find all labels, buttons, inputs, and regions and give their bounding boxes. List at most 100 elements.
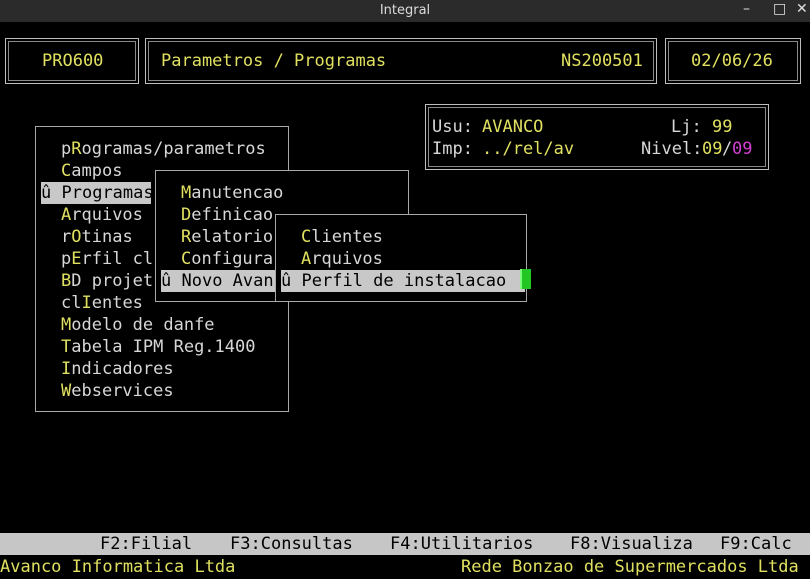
menu-item-text: ndicadores	[71, 359, 174, 379]
fkey-label: Visualiza	[600, 534, 693, 554]
menu1-item[interactable]: Campos	[61, 160, 122, 182]
menu-item-hotkey: C	[61, 161, 72, 181]
fkey-f2[interactable]: F2:Filial	[100, 533, 192, 555]
program-code-box: PRO600	[5, 38, 139, 84]
menu1-item[interactable]: Webservices	[61, 380, 174, 402]
fkey-label: Filial	[130, 534, 193, 554]
footer-client: Rede Bonzao de Supermercados Ltda	[461, 557, 799, 577]
lj-value: 99	[712, 117, 733, 137]
menu-item-text: û	[281, 271, 302, 291]
menu-item-text: D projet	[71, 271, 154, 291]
nivel-max: 09	[732, 139, 753, 159]
menu-item-text: onfigura	[191, 249, 274, 269]
menu-item-hotkey: R	[181, 227, 192, 247]
menu1-item[interactable]: clIentes	[61, 292, 143, 314]
menu3-item[interactable]: Clientes	[301, 226, 383, 248]
menu-item-text: elatorio	[191, 227, 274, 247]
menu-item-text: ampos	[71, 161, 123, 181]
menu-item-text: entes	[91, 293, 143, 313]
screen-title-box: Parametros / Programas NS200501	[145, 38, 657, 84]
fkey-key: F4	[390, 534, 411, 554]
menu-item-hotkey: D	[181, 205, 192, 225]
menu-item-text: û	[41, 183, 62, 203]
imp-value: ../rel/av	[482, 139, 575, 159]
menu-item-text: rquivos	[71, 205, 143, 225]
fkey-f9[interactable]: F9:Calc	[720, 533, 792, 555]
menu-item-hotkey: I	[61, 359, 72, 379]
fkey-label: Calc	[750, 534, 792, 554]
screen-title: Parametros / Programas	[161, 51, 387, 71]
menu-item-text: ogramas/parametros	[81, 139, 266, 159]
menu2-item[interactable]: Configura	[181, 248, 273, 270]
text-cursor	[520, 269, 531, 289]
menu2-item[interactable]: Relatorio	[181, 226, 273, 248]
close-icon[interactable]: ✕	[796, 1, 808, 17]
fkey-f4[interactable]: F4:Utilitarios	[390, 533, 533, 555]
menu-item-hotkey: A	[301, 249, 312, 269]
user-info-box: Usu: AVANCO Lj: 99 Imp: ../rel/av Nivel:…	[425, 104, 769, 170]
version-code: NS200501	[561, 51, 643, 71]
menu1-item[interactable]: Modelo de danfe	[61, 314, 215, 336]
nivel-value: 09	[702, 139, 723, 159]
menu-item-hotkey: A	[61, 205, 72, 225]
menu-item-hotkey: P	[301, 271, 312, 291]
menu-item-hotkey: O	[71, 227, 82, 247]
menu2-item[interactable]: Manutencao	[181, 182, 283, 204]
menu-item-hotkey: W	[61, 381, 72, 401]
menu1-item[interactable]: pRogramas/parametros	[61, 138, 266, 160]
menu-item-text: tinas	[81, 227, 133, 247]
menu1-item[interactable]: pErfil cl	[61, 248, 153, 270]
menu-item-text: erfil de instalacao	[311, 271, 507, 291]
usu-label: Usu:	[432, 117, 473, 137]
menu-item-text: p	[61, 139, 72, 159]
menu-item-text: odelo de danfe	[71, 315, 215, 335]
terminal-screen: PRO600 Parametros / Programas NS200501 0…	[0, 22, 810, 577]
menu3-item[interactable]: û Perfil de instalacao	[281, 270, 525, 292]
menu-item-text: abela IPM Reg.1400	[71, 337, 256, 357]
menu-item-text: cl	[61, 293, 82, 313]
menu-item-text: lientes	[311, 227, 383, 247]
imp-label: Imp:	[432, 139, 473, 159]
menu-item-text: rogramas	[71, 183, 154, 203]
menu-item-hotkey: E	[71, 249, 82, 269]
menu-item-text: efinicao	[191, 205, 274, 225]
menu-item-hotkey: C	[181, 249, 192, 269]
menu-item-hotkey: N	[181, 271, 192, 291]
window-titlebar: Integral – □ ✕	[0, 0, 810, 22]
menu1-item[interactable]: BD projet	[61, 270, 153, 292]
menu-item-text: p	[61, 249, 72, 269]
menu2-item[interactable]: û Novo Avan	[161, 270, 275, 292]
menu-item-text: r	[61, 227, 72, 247]
menu2-item[interactable]: Definicao	[181, 204, 273, 226]
fkey-key: F2	[100, 534, 121, 554]
menu-item-text: ebservices	[71, 381, 174, 401]
menu-item-hotkey: I	[81, 293, 92, 313]
minimize-icon[interactable]: –	[743, 1, 750, 17]
menu1-item[interactable]: û Programas	[41, 182, 154, 204]
nivel-separator: /	[722, 139, 733, 159]
menu-item-text: rquivos	[311, 249, 383, 269]
nivel-label: Nivel:	[641, 139, 703, 159]
menu1-item[interactable]: Tabela IPM Reg.1400	[61, 336, 255, 358]
menu-item-hotkey: P	[61, 183, 72, 203]
fkey-key: F3	[230, 534, 251, 554]
current-date: 02/06/26	[691, 51, 773, 71]
usu-value: AVANCO	[482, 117, 544, 137]
menu-item-hotkey: M	[61, 315, 72, 335]
menu-item-text: anutencao	[191, 183, 284, 203]
menu3-item[interactable]: Arquivos	[301, 248, 383, 270]
menu-item-text: ovo Avan	[191, 271, 274, 291]
date-box: 02/06/26	[665, 38, 801, 84]
fkey-label: Consultas	[260, 534, 353, 554]
fkey-f8[interactable]: F8:Visualiza	[570, 533, 693, 555]
menu1-item[interactable]: Indicadores	[61, 358, 174, 380]
function-key-bar: F2:Filial F3:Consultas F4:Utilitarios F8:Vi…	[0, 533, 810, 555]
menu1-item[interactable]: Arquivos	[61, 204, 143, 226]
status-footer: Avanco Informatica Ltda Rede Bonzao de S…	[0, 555, 810, 579]
fkey-key: F9	[720, 534, 741, 554]
maximize-icon[interactable]: □	[773, 1, 786, 17]
window-title: Integral	[379, 3, 431, 18]
fkey-f3[interactable]: F3:Consultas	[230, 533, 353, 555]
menu-item-text: û	[161, 271, 182, 291]
menu1-item[interactable]: rOtinas	[61, 226, 133, 248]
